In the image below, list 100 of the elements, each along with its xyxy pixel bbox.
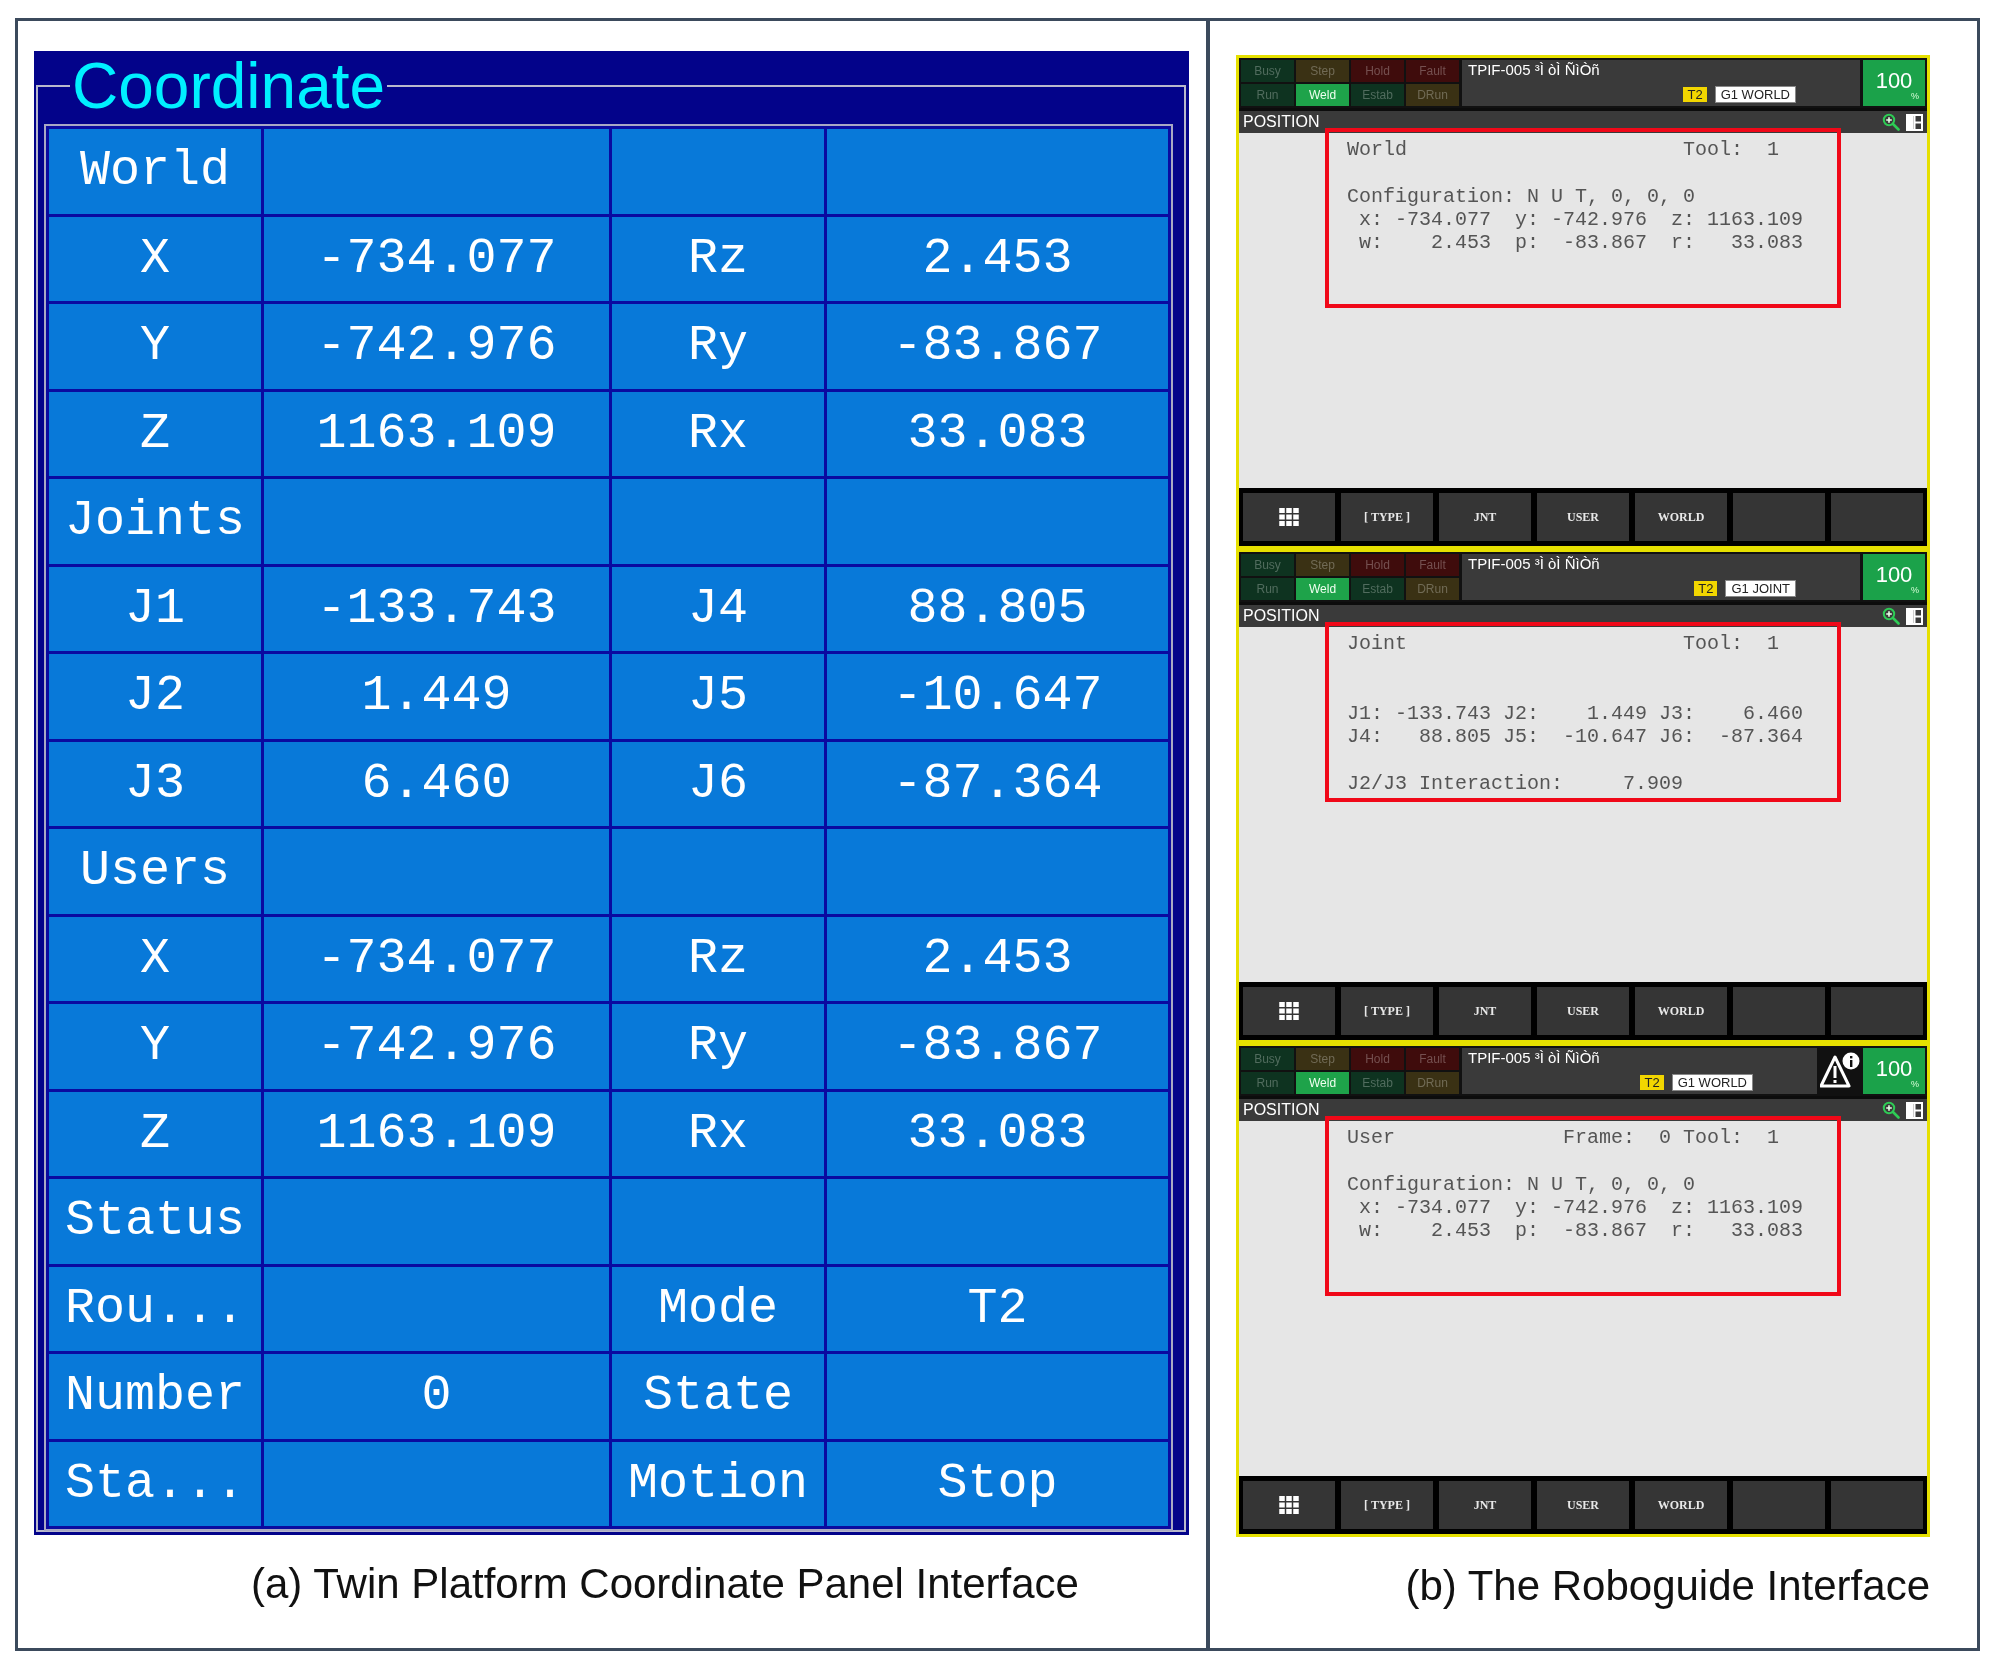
position-heading: World	[1347, 138, 1407, 162]
function-key[interactable]	[1733, 987, 1825, 1035]
override-unit: %	[1911, 91, 1919, 101]
status-lamp: Busy	[1241, 60, 1294, 82]
position-heading: User	[1347, 1126, 1395, 1150]
figure-caption: (a) Twin Platform Coordinate Panel Interface	[250, 1559, 1080, 1609]
override-value: 100	[1875, 1057, 1913, 1080]
function-key[interactable]: [ TYPE ]	[1341, 987, 1433, 1035]
function-key[interactable]: WORLD	[1635, 987, 1727, 1035]
table-cell: Motion	[612, 1441, 824, 1526]
table-cell: -83.867	[827, 304, 1168, 389]
menu-title: POSITION	[1243, 1102, 1320, 1118]
menu-title: POSITION	[1243, 114, 1320, 130]
table-cell: 33.083	[827, 1091, 1168, 1176]
table-cell: -133.743	[264, 566, 609, 651]
table-cell: Y	[49, 304, 261, 389]
figure-caption: (b) The Roboguide Interface	[1404, 1561, 1930, 1611]
position-heading: Joint	[1347, 632, 1407, 656]
function-key[interactable]: JNT	[1439, 493, 1531, 541]
table-cell: Z	[49, 391, 261, 476]
menu-key[interactable]	[1243, 1481, 1335, 1529]
table-cell: -742.976	[264, 1004, 609, 1089]
table-cell: Ry	[612, 1004, 824, 1089]
table-cell: Joints	[49, 479, 261, 564]
status-lamp: Step	[1296, 60, 1349, 82]
table-cell: J2	[49, 654, 261, 739]
position-line: x: -734.077 y: -742.976 z: 1163.109	[1358, 207, 1804, 232]
position-line: J4: 88.805 J5: -10.647 J6: -87.364	[1347, 725, 1804, 749]
table-cell: 2.453	[827, 216, 1168, 301]
function-key[interactable]: USER	[1537, 987, 1629, 1035]
function-key[interactable]: WORLD	[1635, 493, 1727, 541]
table-cell: -734.077	[264, 916, 609, 1001]
position-line: J1: -133.743 J2: 1.449 J3: 6.460	[1347, 701, 1804, 726]
function-key[interactable]	[1831, 493, 1923, 541]
table-cell: Rou...	[49, 1266, 261, 1351]
frame-tool-info: Tool: 1	[1683, 138, 1780, 162]
table-cell: T2	[827, 1266, 1168, 1351]
table-cell: Mode	[612, 1266, 824, 1351]
table-cell: X	[49, 916, 261, 1001]
mode-indicator: T2	[1694, 581, 1718, 596]
status-lamp: Step	[1296, 554, 1349, 576]
function-key[interactable]: USER	[1537, 1481, 1629, 1529]
table-cell: J5	[612, 654, 824, 739]
coordinate-system-indicator: G1 JOINT	[1725, 580, 1796, 597]
function-key[interactable]: [ TYPE ]	[1341, 1481, 1433, 1529]
table-cell: 0	[264, 1354, 609, 1439]
function-key[interactable]: JNT	[1439, 987, 1531, 1035]
table-cell: -734.077	[264, 216, 609, 301]
menu-key[interactable]	[1243, 987, 1335, 1035]
table-cell: J3	[49, 741, 261, 826]
status-lamp: DRun	[1406, 84, 1459, 106]
function-key[interactable]: WORLD	[1635, 1481, 1727, 1529]
frame-tool-info: Frame: 0 Tool: 1	[1563, 1126, 1780, 1150]
table-cell: Rz	[612, 216, 824, 301]
status-lamp: Hold	[1351, 1048, 1404, 1070]
status-lamp: Fault	[1406, 554, 1459, 576]
grid-icon	[1279, 508, 1299, 526]
zoom-in-icon	[1882, 113, 1900, 131]
table-cell: 33.083	[827, 391, 1168, 476]
table-cell: J4	[612, 566, 824, 651]
menu-title: POSITION	[1243, 608, 1320, 624]
table-cell: Status	[49, 1179, 261, 1264]
table-cell: Rz	[612, 916, 824, 1001]
grid-icon	[1279, 1002, 1299, 1020]
status-lamp: Estab	[1351, 1072, 1404, 1094]
function-key[interactable]: [ TYPE ]	[1341, 493, 1433, 541]
status-lamp: Estab	[1351, 578, 1404, 600]
status-lamp: Busy	[1241, 1048, 1294, 1070]
function-key[interactable]	[1733, 493, 1825, 541]
frame-tool-info: Tool: 1	[1683, 632, 1780, 656]
position-line: Configuration: N U T, 0, 0, 0	[1347, 184, 1696, 208]
function-key[interactable]	[1831, 1481, 1923, 1529]
override-unit: %	[1911, 1079, 1919, 1089]
status-lamp: Fault	[1406, 60, 1459, 82]
position-line: x: -734.077 y: -742.976 z: 1163.109	[1358, 1195, 1804, 1220]
function-key[interactable]: JNT	[1439, 1481, 1531, 1529]
position-line: J2/J3 Interaction: 7.909	[1347, 771, 1684, 796]
table-cell: Y	[49, 1004, 261, 1089]
table-cell: 6.460	[264, 741, 609, 826]
function-key[interactable]	[1831, 987, 1923, 1035]
program-title: TPIF-005 ³Ì òÌ ÑìÒñ	[1468, 1050, 1600, 1067]
function-key[interactable]	[1733, 1481, 1825, 1529]
status-lamp: Step	[1296, 1048, 1349, 1070]
position-line: Configuration: N U T, 0, 0, 0	[1347, 1172, 1696, 1196]
table-cell: Rx	[612, 391, 824, 476]
status-lamp: DRun	[1406, 578, 1459, 600]
status-lamp: Hold	[1351, 60, 1404, 82]
table-cell: -742.976	[264, 304, 609, 389]
table-cell: -83.867	[827, 1004, 1168, 1089]
override-unit: %	[1911, 585, 1919, 595]
table-cell: Ry	[612, 304, 824, 389]
grid-icon	[1279, 1496, 1299, 1514]
menu-key[interactable]	[1243, 493, 1335, 541]
table-cell: Z	[49, 1091, 261, 1176]
mode-indicator: T2	[1640, 1075, 1664, 1090]
coordinate-system-indicator: G1 WORLD	[1714, 86, 1796, 103]
status-lamp: Weld	[1296, 1072, 1349, 1094]
function-key[interactable]: USER	[1537, 493, 1629, 541]
table-cell: Users	[49, 829, 261, 914]
table-cell: 88.805	[827, 566, 1168, 651]
